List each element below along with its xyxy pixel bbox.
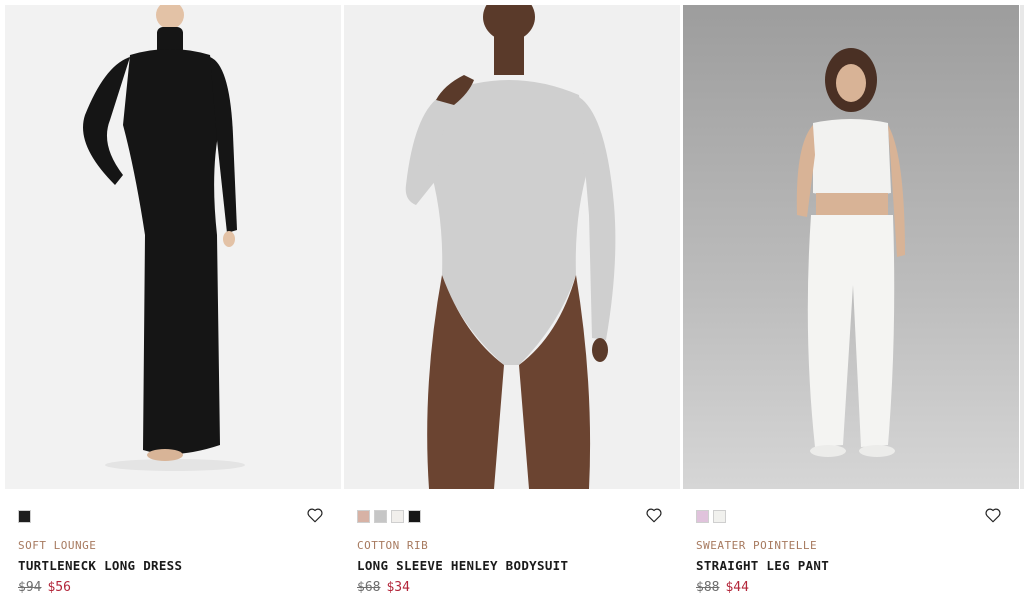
product-title[interactable]: STRAIGHT LEG PANT [696,558,829,573]
color-swatches [357,510,421,524]
product-category: COTTON RIB [357,539,429,552]
product-image[interactable] [344,5,680,489]
product-image[interactable] [683,5,1019,489]
product-price: $88 $44 [696,580,749,595]
original-price: $88 [696,580,720,595]
product-image[interactable] [5,5,341,489]
product-category: SOFT LOUNGE [18,539,97,552]
color-swatch[interactable] [357,510,370,523]
color-swatch[interactable] [391,510,404,523]
sale-price: $44 [725,580,749,595]
heart-outline-icon[interactable] [645,506,663,524]
color-swatch[interactable] [696,510,709,523]
original-price: $94 [18,580,42,595]
product-price: $94 $56 [18,580,71,595]
original-price: $68 [357,580,381,595]
color-swatch[interactable] [408,510,421,523]
sale-price: $56 [47,580,71,595]
next-product-image-edge [1020,5,1024,489]
color-swatch[interactable] [374,510,387,523]
product-card[interactable]: SWEATER POINTELLE STRAIGHT LEG PANT $88 $… [683,0,1019,597]
sale-price: $34 [386,580,410,595]
heart-outline-icon[interactable] [984,506,1002,524]
product-grid: SOFT LOUNGE TURTLENECK LONG DRESS $94 $56 [0,0,1024,597]
color-swatches [696,510,726,524]
color-swatch[interactable] [713,510,726,523]
product-card[interactable]: COTTON RIB LONG SLEEVE HENLEY BODYSUIT $… [344,0,680,597]
color-swatch[interactable] [18,510,31,523]
heart-outline-icon[interactable] [306,506,324,524]
product-price: $68 $34 [357,580,410,595]
product-title[interactable]: TURTLENECK LONG DRESS [18,558,182,573]
product-title[interactable]: LONG SLEEVE HENLEY BODYSUIT [357,558,568,573]
color-swatches [18,510,31,524]
product-card[interactable]: SOFT LOUNGE TURTLENECK LONG DRESS $94 $56 [5,0,341,597]
product-category: SWEATER POINTELLE [696,539,818,552]
